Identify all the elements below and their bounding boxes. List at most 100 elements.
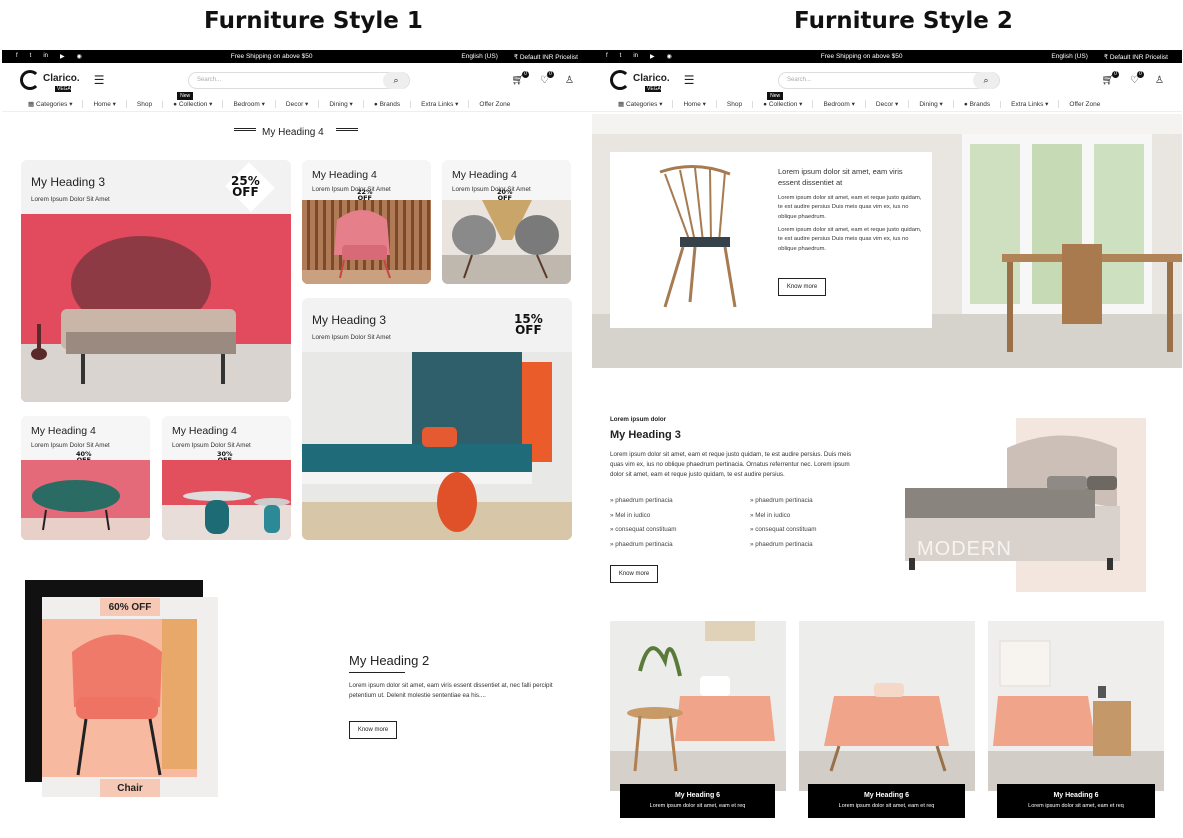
- nav-brands[interactable]: ● Brands: [954, 100, 1002, 108]
- bed-image: [21, 214, 291, 402]
- search-icon[interactable]: ⌕: [383, 71, 409, 89]
- twitter-icon[interactable]: t: [620, 53, 622, 60]
- social-links: f t in ▶ ◉: [16, 53, 82, 60]
- chairs-image: [442, 200, 571, 284]
- nav-categories[interactable]: ▦ Categories ▾: [608, 100, 674, 108]
- github-icon[interactable]: ◉: [667, 53, 672, 60]
- pricelist-selector[interactable]: ₹ Default INR Pricelist: [1104, 53, 1168, 61]
- language-selector[interactable]: English (US): [461, 53, 497, 61]
- tufted-bed-image: MODERN: [897, 428, 1142, 588]
- style1-title: Furniture Style 1: [204, 8, 423, 34]
- new-badge: New: [767, 92, 784, 100]
- cart-icon[interactable]: 🛒︎ 0: [1101, 70, 1120, 86]
- hero-body-2: Lorem ipsum dolor sit amet, eam et reque…: [778, 227, 922, 252]
- promo-card-chair[interactable]: My Heading 4 Lorem Ipsum Dolor Sit Amet …: [302, 160, 431, 284]
- style1-panel: f t in ▶ ◉ Free Shipping on above $50 En…: [2, 50, 592, 838]
- nav-home[interactable]: Home ▾: [83, 100, 127, 108]
- menu-icon[interactable]: ☰: [684, 73, 695, 87]
- tile-caption-2[interactable]: My Heading 6 Lorem ipsum dolor sit amet,…: [808, 784, 965, 818]
- cart-icon[interactable]: 🛒︎ 0: [511, 70, 530, 86]
- site-header: Clarico. VEGA ☰ Search... ⌕ 🛒︎ 0 ♡ 0 ♙: [592, 63, 1182, 97]
- facebook-icon[interactable]: f: [606, 53, 608, 60]
- wishlist-icon[interactable]: ♡ 0: [1130, 70, 1145, 86]
- nav-offer-zone[interactable]: Offer Zone: [1059, 101, 1110, 108]
- user-icon[interactable]: ♙: [565, 75, 574, 86]
- card-title: My Heading 4: [452, 169, 517, 181]
- logo[interactable]: Clarico. VEGA: [20, 68, 80, 92]
- nav-shop[interactable]: Shop: [127, 100, 164, 108]
- chair-image: [302, 200, 431, 284]
- section-body: Lorem ipsum dolor sit amet, eam et reque…: [610, 451, 852, 478]
- promo-title: My Heading 2: [349, 653, 430, 668]
- section-know-more-button[interactable]: Know more: [610, 565, 658, 583]
- list-item: » phaedrum pertinacia: [610, 541, 673, 548]
- menu-icon[interactable]: ☰: [94, 73, 105, 87]
- list-item: » consequat constituam: [610, 526, 677, 533]
- pricelist-selector[interactable]: ₹ Default INR Pricelist: [514, 53, 578, 61]
- tile-title: My Heading 6: [1053, 792, 1099, 799]
- promo-card-bed[interactable]: My Heading 3 Lorem Ipsum Dolor Sit Amet …: [21, 160, 291, 402]
- top-bar: f t in ▶ ◉ Free Shipping on above $50 En…: [592, 50, 1182, 63]
- search-input[interactable]: Search... ⌕: [778, 71, 1000, 89]
- nav-decor[interactable]: Decor ▾: [276, 100, 320, 108]
- promo-card-tables[interactable]: My Heading 4 Lorem Ipsum Dolor Sit Amet …: [162, 416, 291, 540]
- wishlist-icon[interactable]: ♡ 0: [540, 70, 555, 86]
- hero-know-more-button[interactable]: Know more: [778, 278, 826, 296]
- nav-shop[interactable]: Shop: [717, 100, 754, 108]
- logo-text: Clarico.: [43, 73, 80, 84]
- nav-decor[interactable]: Decor ▾: [866, 100, 910, 108]
- facebook-icon[interactable]: f: [16, 53, 18, 60]
- heading-line-left: [234, 128, 256, 131]
- tile-image-3[interactable]: [988, 621, 1164, 791]
- twitter-icon[interactable]: t: [30, 53, 32, 60]
- linkedin-icon[interactable]: in: [633, 53, 638, 60]
- know-more-button[interactable]: Know more: [349, 721, 397, 739]
- promo-card-ottoman[interactable]: My Heading 4 Lorem Ipsum Dolor Sit Amet …: [21, 416, 150, 540]
- section-title: My Heading 3: [610, 429, 681, 441]
- nav-dining[interactable]: Dining ▾: [319, 100, 364, 108]
- tile-subtitle: Lorem ipsum dolor sit amet, eam et req: [649, 803, 746, 809]
- bed-image-2: [302, 352, 572, 540]
- nav-dining[interactable]: Dining ▾: [909, 100, 954, 108]
- promo-chair-image[interactable]: [42, 597, 218, 797]
- nav-extra-links[interactable]: Extra Links ▾: [1001, 100, 1060, 108]
- search-input[interactable]: Search... ⌕: [188, 71, 410, 89]
- github-icon[interactable]: ◉: [77, 53, 82, 60]
- nav-extra-links[interactable]: Extra Links ▾: [411, 100, 470, 108]
- promo-product-label: Chair: [100, 779, 160, 797]
- nav-collection[interactable]: New ● Collection ▾: [753, 92, 814, 108]
- hero-card: Lorem ipsum dolor sit amet, eam viris es…: [610, 152, 932, 328]
- tile-subtitle: Lorem ipsum dolor sit amet, eam et req: [1028, 803, 1124, 809]
- list-item: » phaedrum pertinacia: [610, 497, 673, 504]
- promo-card-chairs[interactable]: My Heading 4 Lorem Ipsum Dolor Sit Amet …: [442, 160, 571, 284]
- tile-caption-3[interactable]: My Heading 6 Lorem ipsum dolor sit amet,…: [997, 784, 1155, 818]
- tile-image-2[interactable]: [799, 621, 975, 791]
- section-kicker: Lorem ipsum dolor: [610, 416, 667, 423]
- linkedin-icon[interactable]: in: [43, 53, 48, 60]
- nav-home[interactable]: Home ▾: [673, 100, 717, 108]
- main-nav: ▦ Categories ▾ Home ▾ Shop New ● Collecti…: [2, 92, 592, 112]
- user-icon[interactable]: ♙: [1155, 75, 1164, 86]
- nav-bedroom[interactable]: Bedroom ▾: [223, 100, 276, 108]
- logo-text: Clarico.: [633, 73, 670, 84]
- nav-bedroom[interactable]: Bedroom ▾: [813, 100, 866, 108]
- nav-categories[interactable]: ▦ Categories ▾: [18, 100, 84, 108]
- nav-collection[interactable]: New ● Collection ▾: [163, 92, 224, 108]
- nav-brands[interactable]: ● Brands: [364, 100, 412, 108]
- nav-offer-zone[interactable]: Offer Zone: [469, 101, 520, 108]
- list-item: » phaedrum pertinacia: [750, 541, 813, 548]
- hero-title: Lorem ipsum dolor sit amet, eam viris es…: [778, 167, 903, 187]
- tile-caption-1[interactable]: My Heading 6 Lorem ipsum dolor sit amet,…: [620, 784, 775, 818]
- promo-card-bed-2[interactable]: My Heading 3 Lorem Ipsum Dolor Sit Amet …: [302, 298, 572, 540]
- language-selector[interactable]: English (US): [1051, 53, 1087, 61]
- ottoman-image: [21, 460, 150, 540]
- card-subtitle: Lorem Ipsum Dolor Sit Amet: [172, 442, 251, 449]
- youtube-icon[interactable]: ▶: [60, 53, 65, 60]
- card-subtitle: Lorem Ipsum Dolor Sit Amet: [312, 186, 391, 193]
- youtube-icon[interactable]: ▶: [650, 53, 655, 60]
- logo[interactable]: Clarico. VEGA: [610, 68, 670, 92]
- tile-title: My Heading 6: [863, 792, 910, 799]
- search-icon[interactable]: ⌕: [973, 71, 999, 89]
- tile-image-1[interactable]: [610, 621, 786, 791]
- list-item: » Mel in iudico: [610, 512, 651, 519]
